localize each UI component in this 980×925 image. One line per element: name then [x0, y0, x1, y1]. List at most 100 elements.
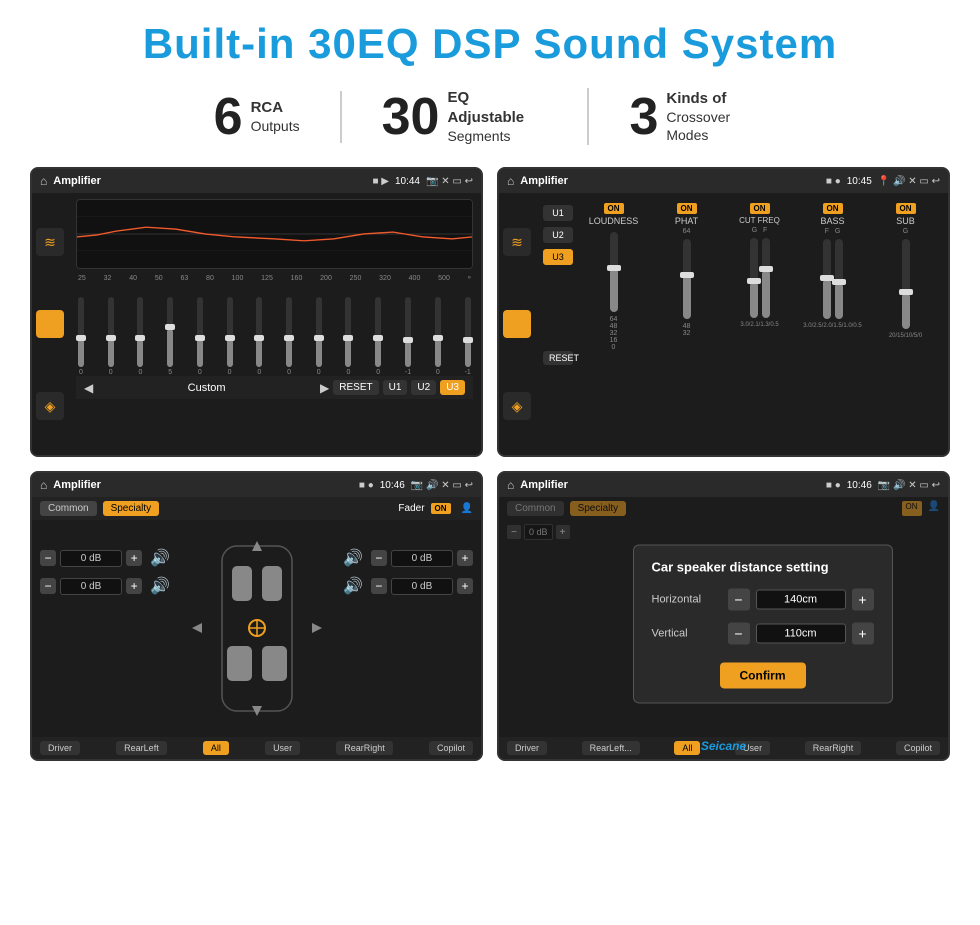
cross-cutfreq-f-slider[interactable]	[762, 238, 770, 318]
fader-minus-2[interactable]: −	[40, 578, 56, 594]
cross-loudness-slider[interactable]	[610, 232, 618, 312]
eq-u1-btn[interactable]: U1	[383, 380, 408, 395]
cross-phat-label: PHAT	[675, 216, 698, 226]
fader-plus-1[interactable]: +	[126, 550, 142, 566]
eq-slider-13: 0	[435, 297, 441, 376]
cross-u3-btn[interactable]: U3	[543, 249, 573, 265]
eq-u2-btn[interactable]: U2	[411, 380, 436, 395]
cross-home-icon[interactable]: ⌂	[507, 174, 514, 188]
eq-slider-3: 0	[137, 297, 143, 376]
fader-driver-btn[interactable]: Driver	[40, 741, 80, 755]
cross-cutfreq-g-slider[interactable]	[750, 238, 758, 318]
fader-plus-2[interactable]: +	[126, 578, 142, 594]
confirm-button[interactable]: Confirm	[720, 663, 806, 689]
eq-speaker-btn[interactable]: ◈	[36, 392, 64, 420]
fader-all-btn[interactable]: All	[203, 741, 229, 755]
cross-bass-col: ON BASS F G	[798, 203, 867, 445]
fader-icons: 📷 🔊 ✕ ▭ ↩	[411, 480, 473, 491]
cross-cutfreq-col: ON CUT FREQ G F	[725, 203, 794, 445]
cross-phat-slider[interactable]	[683, 239, 691, 319]
dist-driver-btn[interactable]: Driver	[507, 741, 547, 755]
cross-u-buttons: U1 U2 U3 RESET	[543, 199, 573, 449]
cross-reset-btn[interactable]: RESET	[543, 351, 573, 365]
fader-copilot-btn[interactable]: Copilot	[429, 741, 473, 755]
dist-time: 10:46	[847, 480, 872, 491]
dist-horizontal-minus[interactable]: −	[728, 589, 750, 611]
dist-all-btn[interactable]: All	[674, 741, 700, 755]
dist-rearright-btn[interactable]: RearRight	[805, 741, 862, 755]
eq-wave-btn[interactable]: 〰	[36, 310, 64, 338]
dist-bg-content: Common Specialty ON 👤 − 0 dB +	[499, 497, 948, 548]
cross-tune-btn[interactable]: ≋	[503, 228, 531, 256]
dist-copilot-btn[interactable]: Copilot	[896, 741, 940, 755]
page-wrapper: Built-in 30EQ DSP Sound System 6 RCA Out…	[0, 0, 980, 925]
cross-bass-label: BASS	[820, 216, 844, 226]
page-title: Built-in 30EQ DSP Sound System	[30, 20, 950, 68]
eq-app-name: Amplifier	[53, 175, 366, 187]
cross-sidebar: ≋ 〰 ◈	[499, 193, 535, 455]
fader-minus-4[interactable]: −	[371, 578, 387, 594]
eq-reset-btn[interactable]: RESET	[333, 380, 378, 395]
fader-rearleft-btn[interactable]: RearLeft	[116, 741, 167, 755]
fader-rearright-btn[interactable]: RearRight	[336, 741, 393, 755]
cross-bass-f-slider[interactable]	[823, 239, 831, 319]
fader-user-icon: 👤	[461, 503, 473, 514]
eq-chart	[76, 199, 473, 269]
fader-val-2: 0 dB	[60, 578, 122, 595]
cross-u2-btn[interactable]: U2	[543, 227, 573, 243]
cross-main: U1 U2 U3 RESET ON LOUDNESS	[535, 193, 948, 455]
eq-preset: Custom	[97, 382, 316, 394]
fader-user-btn[interactable]: User	[265, 741, 300, 755]
stat-crossover-label: Kinds of Crossover Modes	[666, 89, 766, 145]
eq-slider-12: -1	[405, 297, 411, 376]
eq-u3-btn[interactable]: U3	[440, 380, 465, 395]
dist-horizontal-plus[interactable]: +	[852, 589, 874, 611]
stat-crossover: 3 Kinds of Crossover Modes	[589, 89, 806, 145]
fader-home-icon[interactable]: ⌂	[40, 478, 47, 492]
fader-on-badge[interactable]: ON	[431, 503, 451, 514]
eq-slider-1: 0	[78, 297, 84, 376]
eq-curve-svg	[77, 200, 472, 268]
eq-topbar: ⌂ Amplifier ■ ▶ 10:44 📷 ✕ ▭ ↩	[32, 169, 481, 193]
fader-minus-3[interactable]: −	[371, 550, 387, 566]
eq-status-icons: 📷 ✕ ▭ ↩	[426, 176, 473, 187]
dist-vertical-minus[interactable]: −	[728, 623, 750, 645]
fader-common-tab[interactable]: Common	[40, 501, 97, 516]
dist-vertical-plus[interactable]: +	[852, 623, 874, 645]
dist-rearleft-btn[interactable]: RearLeft...	[582, 741, 640, 755]
fader-plus-4[interactable]: +	[457, 578, 473, 594]
fader-tabs: Common Specialty Fader ON 👤	[32, 497, 481, 520]
cross-bass-on[interactable]: ON	[823, 203, 843, 214]
cross-u1-btn[interactable]: U1	[543, 205, 573, 221]
fader-specialty-tab[interactable]: Specialty	[103, 501, 160, 516]
dist-horizontal-value: 140cm	[756, 590, 846, 610]
eq-prev-btn[interactable]: ◀	[84, 381, 93, 395]
fader-plus-3[interactable]: +	[457, 550, 473, 566]
cross-cutfreq-on[interactable]: ON	[750, 203, 770, 214]
eq-next-btn[interactable]: ▶	[320, 381, 329, 395]
fader-val-4: 0 dB	[391, 578, 453, 595]
dist-topbar: ⌂ Amplifier ■ ● 10:46 📷 🔊 ✕ ▭ ↩	[499, 473, 948, 497]
cross-speaker-btn[interactable]: ◈	[503, 392, 531, 420]
cross-bass-g-slider[interactable]	[835, 239, 843, 319]
fader-speaker-icon-l: 🔊	[150, 548, 170, 568]
eq-slider-5: 0	[197, 297, 203, 376]
fader-screen: ⌂ Amplifier ■ ● 10:46 📷 🔊 ✕ ▭ ↩ Common S…	[30, 471, 483, 761]
cross-controls: ON LOUDNESS 64 48 32 16 0	[579, 199, 940, 449]
fader-minus-1[interactable]: −	[40, 550, 56, 566]
cross-sub-slider[interactable]	[902, 239, 910, 329]
cross-wave-btn[interactable]: 〰	[503, 310, 531, 338]
eq-slider-9: 0	[316, 297, 322, 376]
dist-vertical-row: Vertical − 110cm +	[652, 623, 874, 645]
dist-status: ■ ●	[826, 480, 841, 491]
cross-phat-on[interactable]: ON	[677, 203, 697, 214]
fader-val-1: 0 dB	[60, 550, 122, 567]
dist-horizontal-label: Horizontal	[652, 594, 722, 606]
dist-app-name: Amplifier	[520, 479, 820, 491]
dist-vertical-value: 110cm	[756, 624, 846, 644]
dist-home-icon[interactable]: ⌂	[507, 478, 514, 492]
home-icon[interactable]: ⌂	[40, 174, 47, 188]
cross-sub-on[interactable]: ON	[896, 203, 916, 214]
cross-loudness-on[interactable]: ON	[604, 203, 624, 214]
eq-tune-btn[interactable]: ≋	[36, 228, 64, 256]
